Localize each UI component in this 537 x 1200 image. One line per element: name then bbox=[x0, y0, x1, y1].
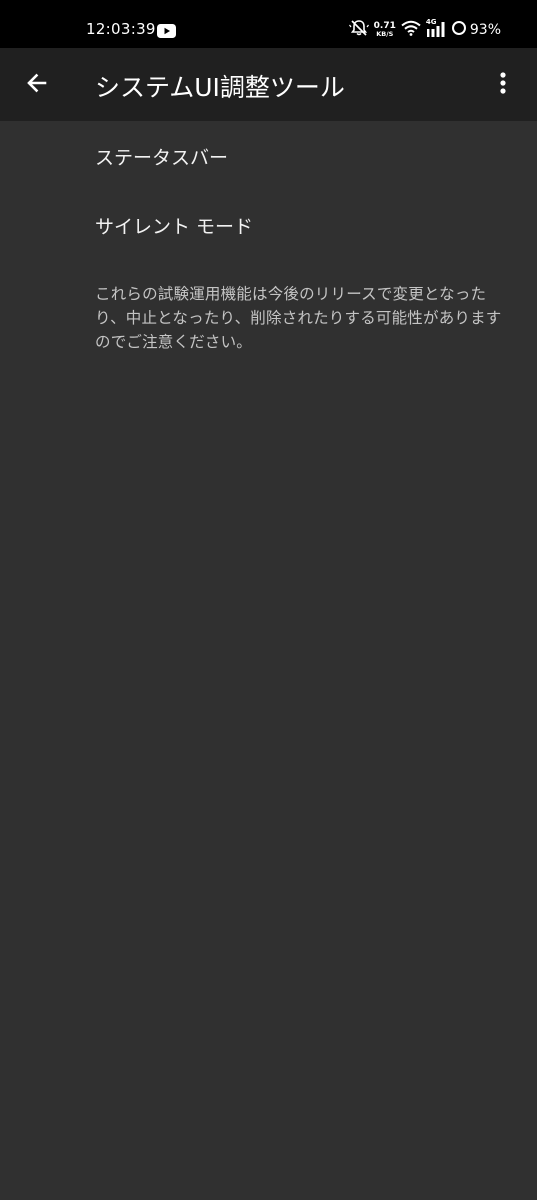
signal-icon: 4G bbox=[426, 18, 446, 39]
youtube-icon bbox=[157, 23, 176, 38]
status-bar-settings-item[interactable]: ステータスバー bbox=[0, 121, 537, 189]
silent-mode-settings-item[interactable]: サイレント モード bbox=[0, 190, 537, 258]
back-button[interactable] bbox=[13, 61, 61, 109]
network-speed-unit: KB/S bbox=[376, 30, 394, 38]
battery-percent: 93% bbox=[469, 22, 501, 38]
status-icons: 0.71 KB/S 4G 93% bbox=[344, 18, 501, 42]
more-vert-icon bbox=[499, 71, 507, 99]
battery-ring-icon bbox=[451, 20, 467, 40]
arrow-back-icon bbox=[25, 71, 49, 99]
app-bar: システムUI調整ツール bbox=[0, 48, 537, 121]
wifi-icon bbox=[401, 20, 421, 40]
list-item-label: サイレント モード bbox=[95, 216, 254, 238]
status-bar: 12:03:39 0.71 KB/S 4G 93% bbox=[0, 0, 537, 48]
muted-bell-icon bbox=[348, 19, 369, 41]
page-title: システムUI調整ツール bbox=[95, 73, 345, 102]
network-speed: 0.71 KB/S bbox=[374, 22, 396, 38]
experimental-features-note: これらの試験運用機能は今後のリリースで変更となったり、中止となったり、削除された… bbox=[95, 285, 502, 351]
more-options-button[interactable] bbox=[479, 61, 527, 109]
status-time: 12:03:39 bbox=[86, 20, 156, 38]
list-item-label: ステータスバー bbox=[95, 147, 229, 169]
